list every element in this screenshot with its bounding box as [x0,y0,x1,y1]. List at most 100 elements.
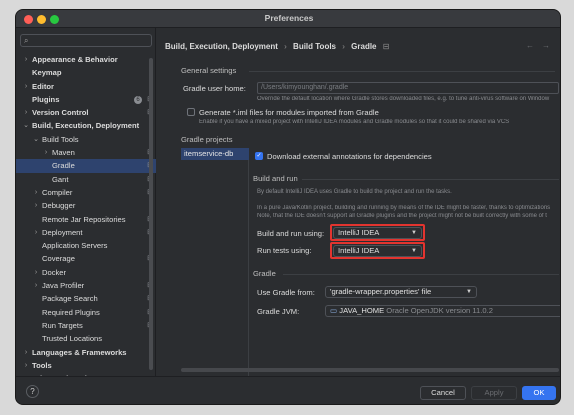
sidebar-item-label: Appearance & Behavior [32,55,118,64]
chevron-right-icon[interactable]: › [22,53,30,66]
sidebar-item-label: Run Targets [42,320,83,330]
pure-project-hint-1: In a pure Java/Kotlin project, building … [257,205,551,211]
sidebar-item-gradle[interactable]: Gradle⊟ [16,159,156,173]
chevron-right-icon[interactable]: › [42,146,50,159]
sidebar-item-languages-frameworks[interactable]: › Languages & Frameworks [16,346,156,359]
chevron-down-icon[interactable]: ⌄ [32,133,40,146]
use-gradle-from-dropdown[interactable]: 'gradle-wrapper.properties' file ▼ [325,286,477,298]
sidebar-item-label: Coverage [42,254,75,264]
sidebar-item-label: Version Control [32,108,89,118]
apply-button[interactable]: Apply [471,386,517,400]
sidebar-item-label: Trusted Locations [42,334,103,344]
dialog-footer: ? Cancel Apply OK [16,376,560,404]
project-level-icon: ⊟ [382,42,390,51]
sidebar-item-label: Deployment [42,227,83,237]
chevron-right-icon[interactable]: › [32,199,40,212]
sidebar-item-coverage[interactable]: Coverage⊟ [16,252,156,265]
download-annotations-label: Download external annotations for depend… [267,152,432,161]
sidebar-item-plugins[interactable]: Plugins6⊟ [16,93,156,106]
chevron-right-icon[interactable]: › [32,226,40,239]
sidebar-item-application-servers[interactable]: Application Servers [16,239,156,252]
sidebar-item-editor[interactable]: › Editor [16,80,156,93]
sidebar-item-deployment[interactable]: ›Deployment⊟ [16,226,156,239]
sidebar-item-label: Build, Execution, Deployment [32,121,140,131]
sidebar-item-build-tools[interactable]: ⌄ Build Tools [16,133,156,146]
sidebar-item-keymap[interactable]: Keymap [16,66,156,79]
run-tests-using-value: IntelliJ IDEA [338,246,380,255]
sidebar-item-remote-jar-repositories[interactable]: Remote Jar Repositories⊟ [16,213,156,226]
sidebar-item-run-targets[interactable]: Run Targets⊟ [16,319,156,332]
sidebar-item-label: Required Plugins [42,307,100,317]
chevron-right-icon[interactable]: › [32,186,40,199]
dropdown-arrow-icon: ▼ [466,289,472,295]
sidebar-item-label: Maven [52,148,75,158]
chevron-right-icon[interactable]: › [22,80,30,93]
build-run-using-label: Build and run using: [257,229,325,238]
gradle-jvm-label: Gradle JVM: [257,307,300,316]
cancel-button[interactable]: Cancel [420,386,466,400]
sidebar-item-debugger[interactable]: › Debugger [16,199,156,212]
sidebar-item-tools[interactable]: › Tools [16,359,156,372]
sidebar-item-version-control[interactable]: ›Version Control⊟ [16,106,156,119]
sidebar-item-gant[interactable]: Gant⊟ [16,173,156,186]
breadcrumb-build-execution[interactable]: Build, Execution, Deployment [165,42,278,51]
sidebar-item-trusted-locations[interactable]: Trusted Locations [16,332,156,345]
preferences-window: Preferences ⌕ › Appearance & Behavior Keym… [15,9,561,405]
sidebar-item-label: Gradle [52,161,75,171]
chevron-right-icon[interactable]: › [32,266,40,279]
settings-search[interactable]: ⌕ [20,34,152,47]
generate-iml-checkbox[interactable] [187,108,195,116]
horizontal-scrollbar[interactable] [181,368,559,372]
sidebar-item-label: Build Tools [42,134,79,144]
updates-badge: 6 [134,95,142,104]
sidebar-item-java-profiler[interactable]: ›Java Profiler⊟ [16,279,156,292]
gradle-projects-title: Gradle projects [181,135,233,144]
chevron-right-icon[interactable]: › [22,359,30,372]
sidebar-item-label: Keymap [32,68,62,78]
sidebar-item-label: Application Servers [42,241,108,251]
back-arrow-icon[interactable]: ← [526,41,534,50]
gradle-projects-list: itemservice-db [181,148,249,376]
sidebar-item-build-execution-deployment[interactable]: ⌄ Build, Execution, Deployment [16,119,156,132]
sidebar-item-label: Tools [32,360,52,370]
title-bar: Preferences [16,10,560,28]
help-button[interactable]: ? [26,385,39,398]
breadcrumb-build-tools[interactable]: Build Tools [293,42,336,51]
gradle-user-home-field[interactable]: /Users/kimyounghan/.gradle [257,82,559,94]
search-input[interactable] [35,36,145,46]
use-gradle-from-label: Use Gradle from: [257,288,315,297]
forward-arrow-icon[interactable]: → [542,41,550,50]
run-tests-using-dropdown[interactable]: IntelliJ IDEA ▼ [333,245,422,257]
gradle-jvm-detail: Oracle OpenJDK version 11.0.2 [386,306,493,315]
divider [283,274,559,275]
sidebar-item-maven[interactable]: ›Maven⊟ [16,146,156,159]
sidebar-item-compiler[interactable]: ›Compiler⊟ [16,186,156,199]
sidebar-item-label: Remote Jar Repositories [42,214,126,224]
sidebar-item-appearance-behavior[interactable]: › Appearance & Behavior [16,53,156,66]
pure-project-hint-2: Note, that the IDE doesn't support all G… [257,213,547,219]
sidebar-item-label: Compiler [42,187,73,197]
sidebar-item-docker[interactable]: › Docker [16,266,156,279]
build-run-using-dropdown[interactable]: IntelliJ IDEA ▼ [333,227,422,239]
sidebar-item-label: Gant [52,174,69,184]
chevron-right-icon[interactable]: › [22,106,30,119]
chevron-down-icon[interactable]: ⌄ [22,119,30,132]
chevron-right-icon[interactable]: › [22,346,30,359]
sidebar-item-package-search[interactable]: Package Search⊟ [16,292,156,305]
gradle-jvm-dropdown[interactable]: ▭ JAVA_HOME Oracle OpenJDK version 11.0.… [325,305,560,317]
general-settings-title: General settings [181,66,237,75]
chevron-right-icon[interactable]: › [32,279,40,292]
sidebar-item-label: Package Search [42,294,98,304]
settings-tree: › Appearance & Behavior Keymap › Editor Plugi… [16,53,156,385]
search-icon: ⌕ [24,36,29,45]
ok-button[interactable]: OK [522,386,556,400]
download-annotations-checkbox[interactable]: ✓ [255,152,263,160]
nav-arrows: ← → [518,41,550,50]
sidebar-item-required-plugins[interactable]: Required Plugins⊟ [16,306,156,319]
dropdown-arrow-icon: ▼ [411,230,417,236]
settings-content: Build, Execution, Deployment › Build Too… [157,28,560,376]
settings-sidebar: ⌕ › Appearance & Behavior Keymap › Editor Plu… [16,28,156,383]
sidebar-scrollbar[interactable] [149,58,153,370]
project-item-itemservice-db[interactable]: itemservice-db [181,148,249,160]
sidebar-item-label: Debugger [42,201,76,211]
